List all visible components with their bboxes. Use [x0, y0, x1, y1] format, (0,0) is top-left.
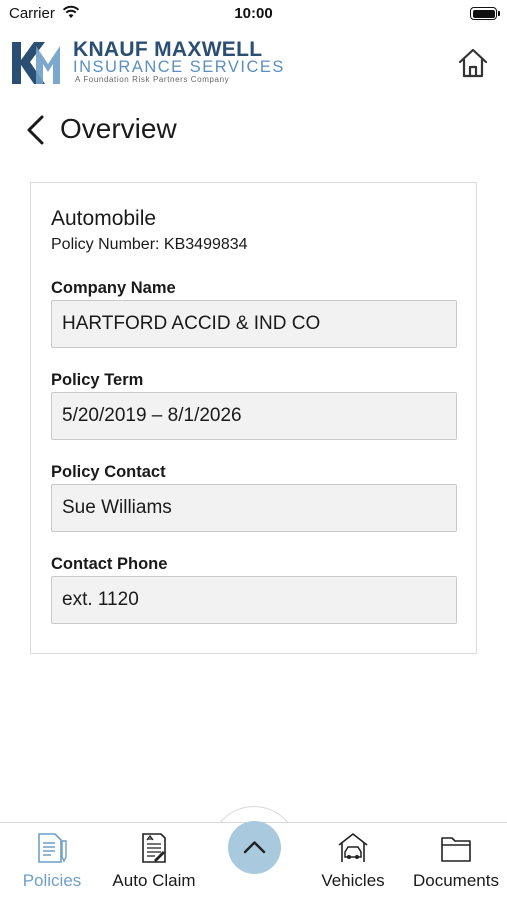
claim-form-icon [142, 833, 166, 863]
center-action-button[interactable] [228, 821, 281, 874]
home-icon[interactable] [456, 46, 490, 80]
chevron-left-icon[interactable] [22, 114, 48, 146]
company-name-field[interactable]: HARTFORD ACCID & IND CO [51, 300, 457, 348]
tab-vehicles[interactable]: Vehicles [313, 823, 393, 900]
company-logo-icon [12, 42, 60, 84]
car-garage-icon [338, 833, 368, 862]
tab-documents-label: Documents [413, 871, 499, 890]
app-header: KNAUF MAXWELL INSURANCE SERVICES A Found… [0, 34, 507, 90]
tab-documents[interactable]: Documents [408, 823, 504, 900]
page-title-row: Overview [0, 110, 507, 150]
tab-auto-claim-label: Auto Claim [112, 871, 196, 890]
policy-contact-field[interactable]: Sue Williams [51, 484, 457, 532]
company-name-label: Company Name [51, 279, 176, 297]
contact-phone-label: Contact Phone [51, 555, 168, 573]
tab-auto-claim[interactable]: Auto Claim [104, 823, 204, 900]
brand-tagline: A Foundation Risk Partners Company [75, 75, 230, 84]
tab-policies-label: Policies [22, 871, 82, 890]
contact-phone-field[interactable]: ext. 1120 [51, 576, 457, 624]
policy-card: Automobile Policy Number: KB3499834 Comp… [30, 182, 477, 654]
folder-icon [441, 837, 471, 862]
page-title: Overview [60, 113, 177, 144]
policy-term-field[interactable]: 5/20/2019 – 8/1/2026 [51, 392, 457, 440]
policy-contact-label: Policy Contact [51, 463, 166, 481]
policy-number: Policy Number: KB3499834 [51, 236, 248, 253]
policy-type: Automobile [51, 207, 157, 230]
status-bar: Carrier 10:00 [0, 0, 507, 28]
chevron-up-icon [243, 841, 266, 854]
policy-term-label: Policy Term [51, 371, 144, 389]
policy-document-icon [38, 833, 67, 863]
battery-icon [470, 7, 500, 20]
tab-policies[interactable]: Policies [12, 823, 92, 900]
status-time: 10:00 [234, 5, 273, 22]
tab-vehicles-label: Vehicles [321, 871, 385, 890]
